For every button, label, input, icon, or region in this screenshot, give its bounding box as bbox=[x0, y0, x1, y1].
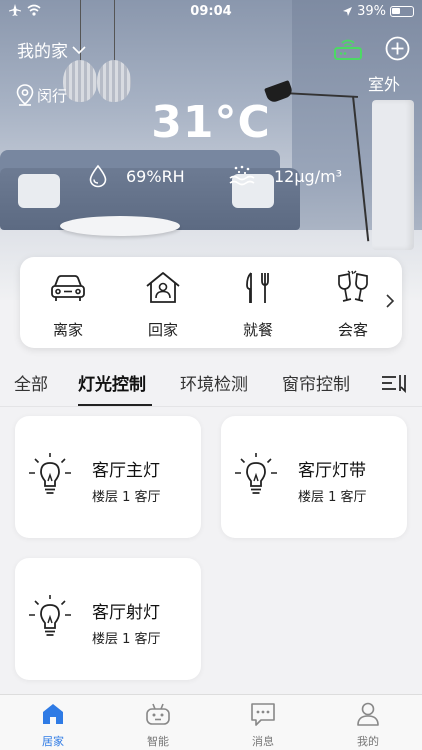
scene-label: 会客 bbox=[337, 321, 368, 339]
chevron-down-icon bbox=[72, 45, 86, 54]
humidity-value: 69%RH bbox=[126, 166, 185, 186]
device-name: 客厅灯带 bbox=[298, 461, 366, 481]
outdoor-label: 室外 bbox=[368, 75, 401, 94]
tab-curtains[interactable]: 窗帘控制 bbox=[282, 370, 350, 395]
tab-lighting[interactable]: 灯光控制 bbox=[78, 370, 146, 395]
sort-menu-icon[interactable] bbox=[380, 372, 408, 394]
chevron-right-icon[interactable] bbox=[384, 291, 396, 311]
cushion bbox=[18, 174, 60, 208]
location-arrow-icon bbox=[343, 7, 353, 16]
scene-panel: 离家 回家 就餐 会客 bbox=[20, 257, 402, 348]
device-location: 楼层 1 客厅 bbox=[298, 490, 367, 505]
nav-label: 我的 bbox=[357, 735, 379, 748]
scene-label: 离家 bbox=[52, 321, 83, 339]
nav-profile[interactable]: 我的 bbox=[338, 701, 398, 749]
scene-label: 回家 bbox=[147, 321, 178, 339]
category-tabs: 全部 灯光控制 环境检测 窗帘控制 bbox=[0, 366, 422, 407]
tab-all[interactable]: 全部 bbox=[14, 370, 48, 395]
house-icon bbox=[146, 272, 180, 303]
scene-guests[interactable]: 会客 bbox=[318, 257, 388, 348]
scene-dining[interactable]: 就餐 bbox=[223, 257, 293, 348]
fork-knife-icon bbox=[246, 272, 269, 303]
bulb-icon bbox=[29, 453, 71, 494]
battery-icon bbox=[390, 6, 414, 17]
pm25: 12μg/m³ bbox=[228, 164, 342, 188]
pendant-lamp bbox=[97, 60, 131, 102]
nav-label: 消息 bbox=[252, 735, 274, 748]
home-icon bbox=[43, 704, 63, 724]
person-icon bbox=[357, 702, 379, 726]
tab-environment[interactable]: 环境检测 bbox=[180, 370, 248, 395]
status-bar: 09:04 39% bbox=[0, 0, 422, 24]
wine-glasses-icon bbox=[338, 270, 368, 302]
nav-messages[interactable]: 消息 bbox=[233, 701, 293, 749]
droplet-icon bbox=[89, 164, 107, 188]
bulb-icon bbox=[235, 453, 277, 494]
device-location: 楼层 1 客厅 bbox=[92, 632, 161, 647]
device-name: 客厅主灯 bbox=[92, 461, 160, 481]
add-icon[interactable] bbox=[385, 36, 410, 61]
car-icon bbox=[51, 275, 85, 301]
device-name: 客厅射灯 bbox=[92, 603, 160, 623]
pm25-value: 12μg/m³ bbox=[274, 166, 343, 186]
pendant-lamp bbox=[63, 60, 97, 102]
battery-percent: 39% bbox=[357, 4, 386, 19]
message-icon bbox=[251, 703, 275, 726]
device-card-light-strip[interactable]: 客厅灯带 楼层 1 客厅 bbox=[221, 416, 407, 538]
scene-label: 就餐 bbox=[242, 321, 273, 339]
router-icon[interactable] bbox=[333, 37, 363, 61]
device-card-main-light[interactable]: 客厅主灯 楼层 1 客厅 bbox=[15, 416, 201, 538]
bulb-icon bbox=[29, 595, 71, 636]
air-quality-icon bbox=[229, 165, 255, 186]
status-right: 39% bbox=[342, 4, 414, 19]
nav-smart[interactable]: 智能 bbox=[128, 701, 188, 749]
home-selector[interactable]: 我的家 bbox=[17, 37, 86, 62]
nav-label: 智能 bbox=[147, 735, 169, 748]
bottom-nav: 居家 智能 消息 我的 bbox=[0, 694, 422, 750]
coffee-table bbox=[60, 216, 180, 236]
nav-label: 居家 bbox=[42, 735, 64, 748]
nav-home[interactable]: 居家 bbox=[23, 701, 83, 749]
device-location: 楼层 1 客厅 bbox=[92, 490, 161, 505]
device-card-spotlight[interactable]: 客厅射灯 楼层 1 客厅 bbox=[15, 558, 201, 680]
robot-icon bbox=[146, 703, 170, 725]
temperature: 31°C bbox=[151, 97, 271, 148]
home-name: 我的家 bbox=[17, 42, 68, 62]
divider bbox=[0, 406, 422, 407]
scene-leave-home[interactable]: 离家 bbox=[33, 257, 103, 348]
humidity: 69%RH bbox=[88, 164, 185, 188]
scene-back-home[interactable]: 回家 bbox=[128, 257, 198, 348]
